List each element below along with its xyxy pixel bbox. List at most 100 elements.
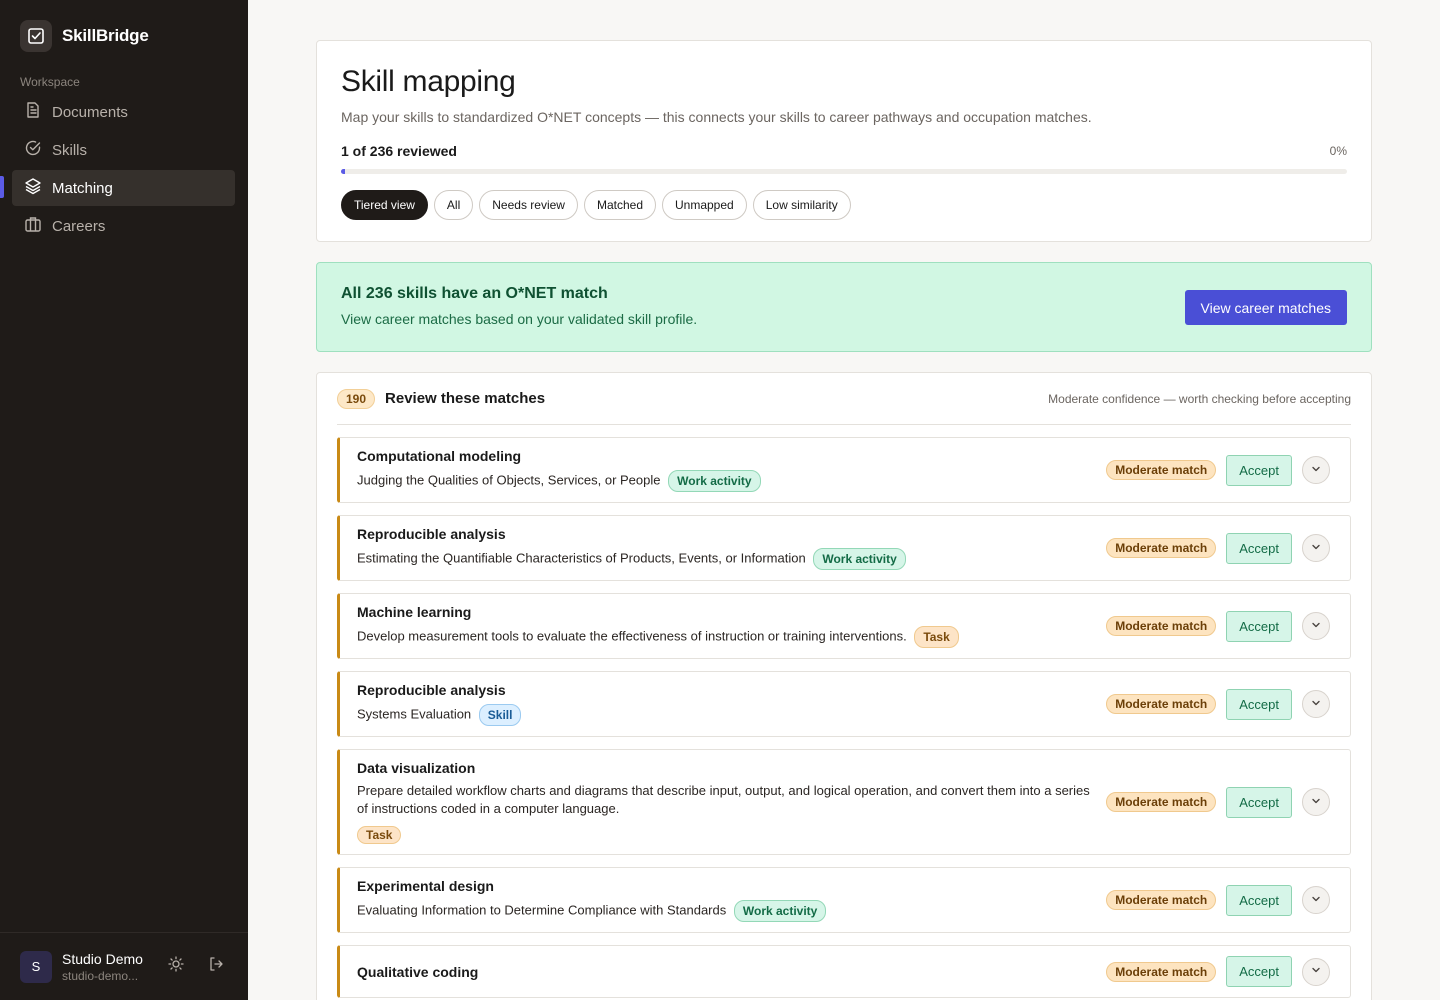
review-hint: Moderate confidence — worth checking bef… [1048,391,1351,406]
filter-chips: Tiered view All Needs review Matched Unm… [341,190,1347,220]
chevron-down-icon [1310,795,1322,810]
logout-button[interactable] [204,955,228,979]
match-list: Computational modeling Judging the Qualit… [337,437,1351,999]
confidence-badge: Moderate match [1106,961,1217,982]
review-header: 190 Review these matches Moderate confid… [337,373,1351,425]
expand-button[interactable] [1302,957,1330,986]
avatar[interactable]: S [20,950,52,983]
match-body: Reproducible analysis Estimating the Quan… [357,526,1092,570]
onet-concept: Judging the Qualities of Objects, Servic… [357,470,1092,492]
match-row[interactable]: Reproducible analysis Systems Evaluation … [337,671,1351,737]
sidebar-item-label: Documents [52,103,128,121]
concept-type-tag: Work activity [733,900,827,923]
match-row[interactable]: Experimental design Evaluating Informatio… [337,867,1351,934]
review-title: Review these matches [385,390,546,407]
match-actions: Moderate match Accept [1106,610,1330,642]
sun-icon [168,956,184,977]
app-name: SkillBridge [62,26,149,45]
expand-button[interactable] [1302,690,1330,718]
app-logo-icon [20,20,52,52]
user-panel: S Studio Demo studio-demo... [0,932,248,1000]
skill-name: Machine learning [357,604,472,620]
concept-type-tag: Task [914,626,959,648]
sidebar-item-skills[interactable]: Skills [12,132,235,168]
filter-matched[interactable]: Matched [583,190,656,220]
skill-mapping-header: Skill mapping Map your skills to standar… [316,40,1372,242]
sidebar-item-matching[interactable]: Matching [12,170,235,206]
sidebar-item-label: Skills [52,141,88,159]
skill-name: Computational modeling [357,448,522,464]
onet-concept: Estimating the Quantifiable Characterist… [357,548,1092,570]
onet-concept-text: Prepare detailed workflow charts and dia… [357,783,1090,816]
expand-button[interactable] [1302,456,1330,484]
accept-button[interactable]: Accept [1226,688,1292,720]
accept-button[interactable]: Accept [1226,610,1292,642]
onet-concept: Develop measurement tools to evaluate th… [357,626,1092,648]
chevron-down-icon [1310,619,1322,634]
user-name: Studio Demo [62,950,143,967]
filter-low-similarity[interactable]: Low similarity [752,190,851,220]
accept-button[interactable]: Accept [1226,532,1292,564]
sidebar-item-label: Matching [52,179,113,197]
chevron-down-icon [1310,964,1322,979]
expand-button[interactable] [1302,534,1330,562]
theme-toggle-button[interactable] [164,955,188,979]
filter-tiered-view[interactable]: Tiered view [341,190,428,220]
skill-name: Reproducible analysis [357,526,506,542]
filter-needs-review[interactable]: Needs review [479,190,578,220]
filter-all[interactable]: All [433,190,474,220]
filter-unmapped[interactable]: Unmapped [662,190,747,220]
onet-concept: Systems Evaluation Skill [357,704,1092,726]
sidebar: SkillBridge Workspace Documents Skills M… [0,0,248,1000]
sidebar-nav: Documents Skills Matching Careers [12,94,235,246]
skill-name: Reproducible analysis [357,682,506,698]
match-row[interactable]: Reproducible analysis Estimating the Quan… [337,515,1351,581]
confidence-badge: Moderate match [1106,538,1217,558]
briefcase-icon [24,215,42,237]
confidence-badge: Moderate match [1106,890,1217,911]
sidebar-item-careers[interactable]: Careers [12,208,235,244]
user-info: Studio Demo studio-demo... [62,951,148,983]
onet-concept: Evaluating Information to Determine Comp… [357,900,1092,923]
expand-button[interactable] [1302,788,1330,817]
tag-row: Task [357,826,1092,844]
match-row[interactable]: Computational modeling Judging the Qualit… [337,437,1351,503]
progress-fill [341,169,346,174]
review-section: 190 Review these matches Moderate confid… [316,372,1372,1000]
confidence-badge: Moderate match [1106,792,1217,813]
workspace-label: Workspace [20,75,80,89]
match-body: Computational modeling Judging the Qualit… [357,448,1092,492]
page-title: Skill mapping [341,65,516,98]
skill-name: Qualitative coding [357,963,479,980]
onet-concept-text: Judging the Qualities of Objects, Servic… [357,472,661,488]
progress-bar [341,169,1347,174]
accept-button[interactable]: Accept [1226,956,1292,988]
match-row[interactable]: Machine learning Develop measurement tool… [337,593,1351,659]
review-count-badge: 190 [337,388,376,409]
onet-concept-text: Estimating the Quantifiable Characterist… [357,550,806,566]
match-actions: Moderate match Accept [1106,786,1330,818]
document-icon [24,101,42,123]
expand-button[interactable] [1302,886,1330,915]
onet-concept: Prepare detailed workflow charts and dia… [357,782,1092,818]
chevron-down-icon [1310,541,1322,556]
match-row[interactable]: Data visualization Prepare detailed workf… [337,749,1351,856]
skill-name: Data visualization [357,760,476,776]
match-actions: Moderate match Accept [1106,532,1330,564]
active-nav-indicator [0,176,4,198]
view-career-matches-button[interactable]: View career matches [1184,290,1347,325]
accept-button[interactable]: Accept [1226,454,1292,486]
accept-button[interactable]: Accept [1226,786,1292,818]
match-actions: Moderate match Accept [1106,884,1330,916]
match-actions: Moderate match Accept [1106,688,1330,720]
onet-concept-text: Evaluating Information to Determine Comp… [357,902,727,918]
progress-row: 1 of 236 reviewed 0% [341,143,1347,159]
confidence-badge: Moderate match [1106,694,1217,714]
logout-icon [208,956,224,977]
sidebar-item-documents[interactable]: Documents [12,94,235,130]
accept-button[interactable]: Accept [1226,884,1292,916]
brand[interactable]: SkillBridge [20,20,149,52]
check-circle-icon [24,139,42,161]
match-row[interactable]: Qualitative coding Moderate match Accept [337,945,1351,999]
expand-button[interactable] [1302,612,1330,640]
